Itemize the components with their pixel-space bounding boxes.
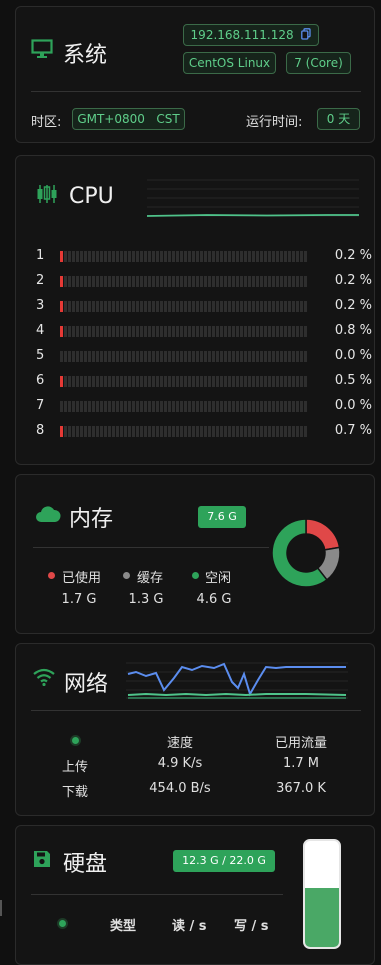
- core-id: 3: [36, 298, 45, 313]
- core-id: 2: [36, 273, 45, 288]
- core-usage-bar: [60, 401, 308, 412]
- type-header: 类型: [110, 919, 137, 934]
- core-usage-fill: [60, 251, 63, 262]
- uptime-label: 运行时间:: [246, 115, 303, 130]
- scroll-thumb[interactable]: [0, 900, 2, 916]
- divider: [31, 894, 283, 895]
- cpu-title: CPU: [69, 184, 114, 209]
- os-version-tag: 7 (Core): [286, 52, 351, 74]
- cpu-core-row: 5 0.0 %: [36, 346, 376, 366]
- divider: [33, 547, 269, 548]
- disk-title: 硬盘: [63, 852, 108, 877]
- core-id: 6: [36, 373, 45, 388]
- status-dot: [72, 737, 79, 744]
- core-id: 8: [36, 423, 45, 438]
- core-usage-fill: [60, 301, 63, 312]
- free-value: 4.6 G: [196, 592, 232, 607]
- cache-value: 1.3 G: [128, 592, 164, 607]
- core-id: 7: [36, 398, 45, 413]
- free-legend-dot: [192, 572, 199, 579]
- memory-title: 内存: [69, 507, 114, 532]
- cpu-core-row: 6 0.5 %: [36, 371, 376, 391]
- core-usage-fill: [60, 426, 63, 437]
- core-usage-bar: [60, 301, 308, 312]
- network-card: 网络 速度 已用流量 上传 4.9 K/s 1.7 M 下载 454.0 B/s…: [15, 643, 375, 816]
- network-title: 网络: [64, 672, 109, 697]
- core-id: 4: [36, 323, 45, 338]
- system-title: 系统: [63, 43, 108, 68]
- timezone-tag: GMT+0800 CST: [72, 108, 185, 130]
- upload-total: 1.7 M: [282, 756, 320, 771]
- cloud-icon: [36, 506, 61, 522]
- core-usage-pct: 0.7 %: [334, 423, 372, 438]
- core-id: 1: [36, 248, 45, 263]
- cpu-core-row: 4 0.8 %: [36, 321, 376, 341]
- read-header: 读 / s: [172, 919, 207, 934]
- memory-card: 内存 7.6 G 已使用 缓存 空闲 1.7 G 1.3 G 4.6 G: [15, 474, 375, 634]
- core-usage-fill: [60, 376, 63, 387]
- cpu-core-row: 8 0.7 %: [36, 421, 376, 441]
- speed-header: 速度: [166, 736, 193, 751]
- core-usage-bar: [60, 251, 308, 262]
- core-usage-bar: [60, 276, 308, 287]
- system-card: 系统 192.168.111.128 CentOS Linux 7 (Core)…: [15, 6, 375, 143]
- used-legend-dot: [48, 572, 55, 579]
- divider: [31, 710, 361, 711]
- core-usage-pct: 0.0 %: [334, 398, 372, 413]
- core-usage-pct: 0.8 %: [334, 323, 372, 338]
- download-speed: 454.0 B/s: [149, 781, 211, 796]
- disk-usage-fill: [305, 887, 339, 947]
- disk-usage-gauge: [303, 839, 341, 949]
- wifi-icon: [33, 668, 55, 686]
- cache-label: 缓存: [137, 571, 164, 586]
- status-dot: [59, 920, 66, 927]
- core-usage-bar: [60, 426, 308, 437]
- core-usage-fill: [60, 326, 63, 337]
- core-usage-fill: [60, 276, 63, 287]
- divider: [31, 91, 361, 92]
- disk-usage-badge: 12.3 G / 22.0 G: [173, 850, 275, 872]
- traffic-header: 已用流量: [274, 736, 327, 751]
- cpu-core-row: 3 0.2 %: [36, 296, 376, 316]
- cpu-chart-icon: [37, 185, 57, 203]
- core-usage-bar: [60, 376, 308, 387]
- memory-used-slice: [305, 518, 341, 551]
- used-value: 1.7 G: [61, 592, 97, 607]
- free-label: 空闲: [205, 571, 232, 586]
- core-id: 5: [36, 348, 45, 363]
- ip-address-tag[interactable]: 192.168.111.128: [183, 24, 319, 46]
- monitor-icon: [31, 39, 53, 58]
- cpu-core-row: 7 0.0 %: [36, 396, 376, 416]
- cpu-core-row: 1 0.2 %: [36, 246, 376, 266]
- core-usage-pct: 0.2 %: [334, 298, 372, 313]
- download-label: 下载: [62, 785, 89, 800]
- core-usage-bar: [60, 326, 308, 337]
- timezone-label: 时区:: [31, 115, 62, 130]
- write-header: 写 / s: [234, 919, 269, 934]
- uptime-tag: 0 天: [317, 108, 360, 130]
- upload-label: 上传: [62, 760, 89, 775]
- disk-icon: [34, 851, 50, 867]
- memory-donut-chart: [271, 518, 341, 588]
- core-usage-pct: 0.5 %: [334, 373, 372, 388]
- cache-legend-dot: [123, 572, 130, 579]
- core-usage-pct: 0.2 %: [334, 273, 372, 288]
- memory-total-badge: 7.6 G: [198, 506, 246, 528]
- core-usage-bar: [60, 351, 308, 362]
- disk-card: 硬盘 12.3 G / 22.0 G 类型 读 / s 写 / s: [15, 825, 375, 965]
- cpu-usage-graph: [147, 179, 359, 217]
- os-tag: CentOS Linux: [183, 52, 276, 74]
- used-label: 已使用: [62, 571, 102, 586]
- download-total: 367.0 K: [276, 781, 326, 796]
- network-traffic-graph: [126, 662, 348, 699]
- core-usage-pct: 0.0 %: [334, 348, 372, 363]
- copy-icon[interactable]: [301, 28, 312, 40]
- ip-address: 192.168.111.128: [190, 28, 294, 42]
- core-usage-pct: 0.2 %: [334, 248, 372, 263]
- upload-speed: 4.9 K/s: [157, 756, 203, 771]
- cpu-core-row: 2 0.2 %: [36, 271, 376, 291]
